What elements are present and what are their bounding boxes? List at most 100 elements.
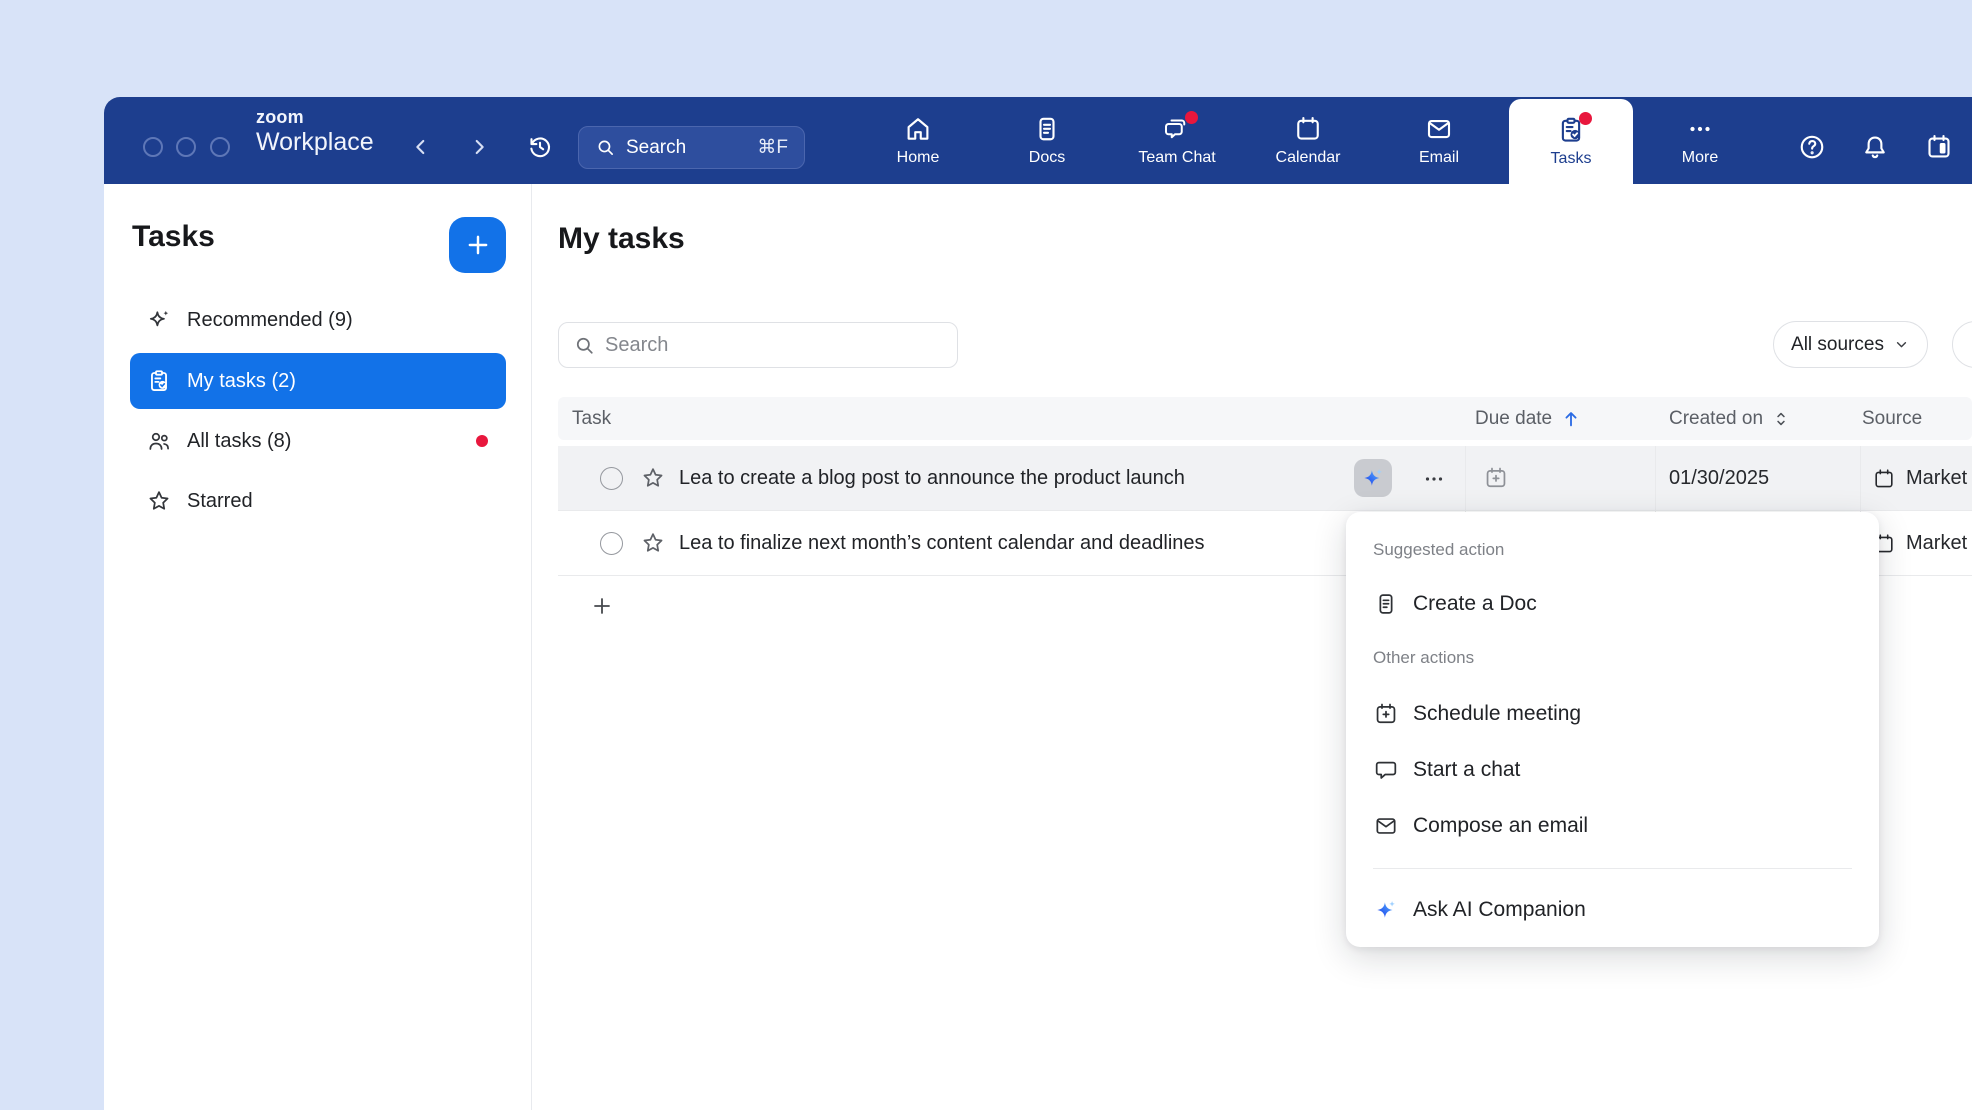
nav-tab-docs[interactable]: Docs — [992, 97, 1102, 184]
nav-tab-label: Team Chat — [1138, 149, 1215, 167]
calendar-plus-icon — [1373, 701, 1399, 727]
menu-item-label: Schedule meeting — [1413, 702, 1581, 726]
menu-item-ask-ai-companion[interactable]: Ask AI Companion — [1358, 888, 1867, 932]
sources-filter-value: All sources — [1791, 334, 1884, 356]
global-search-input[interactable]: Search ⌘F — [578, 126, 805, 169]
doc-icon — [1373, 591, 1399, 617]
sort-ascending-icon[interactable] — [1560, 408, 1582, 430]
back-icon[interactable] — [407, 133, 435, 161]
nav-tab-home[interactable]: Home — [863, 97, 973, 184]
window-control-minimize[interactable] — [176, 137, 196, 157]
search-shortcut: ⌘F — [757, 136, 788, 159]
calendar-panel-icon[interactable] — [1919, 127, 1959, 167]
email-icon — [1424, 114, 1454, 144]
chat-bubble-icon — [1373, 757, 1399, 783]
tasks-sidebar: Tasks Recommended (9) — [104, 184, 532, 1110]
task-row-1[interactable]: Lea to create a blog post to announce th… — [558, 446, 1972, 511]
suggested-actions-menu: Suggested action Create a Doc Other acti… — [1346, 512, 1879, 947]
ai-companion-icon — [1373, 897, 1399, 923]
column-header-created-on[interactable]: Created on — [1669, 408, 1763, 430]
task-complete-checkbox[interactable] — [600, 467, 623, 490]
sidebar-item-label: All tasks (8) — [187, 430, 291, 453]
calendar-icon — [1293, 114, 1323, 144]
ai-companion-icon[interactable] — [1354, 459, 1392, 497]
sidebar-item-all-tasks[interactable]: All tasks (8) — [130, 413, 506, 469]
docs-icon — [1032, 114, 1062, 144]
add-task-button[interactable] — [449, 217, 506, 273]
sparkle-icon — [146, 307, 172, 333]
source-label: Market — [1906, 532, 1967, 555]
search-icon — [573, 334, 596, 357]
tasks-badge — [1579, 112, 1592, 125]
envelope-icon — [1373, 813, 1399, 839]
logo-line-zoom: zoom — [256, 108, 374, 126]
history-icon[interactable] — [523, 130, 557, 164]
task-complete-checkbox[interactable] — [600, 532, 623, 555]
team-chat-badge — [1185, 111, 1198, 124]
task-title[interactable]: Lea to finalize next month’s content cal… — [679, 511, 1205, 576]
nav-tab-label: Docs — [1029, 149, 1065, 167]
row-more-icon[interactable] — [1416, 466, 1452, 492]
clipboard-check-icon — [146, 368, 172, 394]
sidebar-item-label: Recommended (9) — [187, 309, 353, 332]
tasks-icon — [1556, 115, 1586, 145]
nav-tab-more[interactable]: More — [1645, 97, 1755, 184]
tasks-search-input[interactable] — [559, 323, 957, 367]
forward-icon[interactable] — [465, 133, 493, 161]
sidebar-item-label: Starred — [187, 490, 253, 513]
help-icon[interactable] — [1792, 127, 1832, 167]
add-due-date-icon[interactable] — [1483, 465, 1509, 491]
logo-line-workplace: Workplace — [256, 130, 374, 155]
more-icon — [1685, 114, 1715, 144]
sidebar-item-my-tasks[interactable]: My tasks (2) — [130, 353, 506, 409]
sidebar-item-starred[interactable]: Starred — [130, 473, 506, 529]
window-control-close[interactable] — [143, 137, 163, 157]
column-header-task[interactable]: Task — [572, 408, 611, 430]
nav-tab-team-chat[interactable]: Team Chat — [1122, 97, 1232, 184]
notifications-bell-icon[interactable] — [1855, 127, 1895, 167]
my-tasks-pane: My tasks All sources Task Due date — [532, 184, 1972, 1110]
nav-tab-label: Tasks — [1551, 150, 1592, 168]
add-task-inline-button[interactable] — [584, 588, 620, 624]
menu-item-start-chat[interactable]: Start a chat — [1358, 748, 1867, 792]
sidebar-title: Tasks — [132, 220, 215, 254]
calendar-icon — [1872, 467, 1896, 491]
tasks-table-header: Task Due date Created on Source — [558, 397, 1972, 440]
menu-item-label: Compose an email — [1413, 814, 1588, 838]
nav-tab-label: Calendar — [1276, 149, 1341, 167]
task-source[interactable]: Market — [1872, 446, 1967, 511]
app-window: zoom Workplace Search ⌘F — [104, 97, 1972, 1110]
menu-item-label: Start a chat — [1413, 758, 1520, 782]
menu-item-create-doc[interactable]: Create a Doc — [1358, 582, 1867, 626]
tasks-search-field — [558, 322, 958, 368]
sources-filter-dropdown[interactable]: All sources — [1773, 321, 1928, 368]
zoom-workplace-logo: zoom Workplace — [256, 108, 374, 155]
menu-item-compose-email[interactable]: Compose an email — [1358, 804, 1867, 848]
menu-item-schedule-meeting[interactable]: Schedule meeting — [1358, 692, 1867, 736]
all-tasks-badge — [476, 435, 488, 447]
column-header-source[interactable]: Source — [1862, 408, 1922, 430]
window-control-zoom[interactable] — [210, 137, 230, 157]
page-title: My tasks — [558, 222, 685, 256]
sort-both-icon[interactable] — [1771, 409, 1791, 429]
nav-tab-tasks-active[interactable]: Tasks — [1509, 99, 1633, 184]
created-on-value: 01/30/2025 — [1669, 446, 1769, 511]
chevron-down-icon — [1893, 336, 1910, 353]
secondary-filter-dropdown-partial[interactable] — [1952, 321, 1972, 368]
nav-tab-label: More — [1682, 149, 1718, 167]
sidebar-item-recommended[interactable]: Recommended (9) — [130, 292, 506, 348]
star-icon[interactable] — [640, 530, 666, 556]
menu-divider — [1373, 868, 1852, 869]
task-source[interactable]: Market — [1872, 511, 1967, 576]
nav-tab-label: Email — [1419, 149, 1459, 167]
menu-section-label: Suggested action — [1373, 540, 1504, 560]
nav-tab-email[interactable]: Email — [1384, 97, 1494, 184]
home-icon — [903, 114, 933, 144]
search-icon — [595, 137, 616, 158]
star-icon[interactable] — [640, 465, 666, 491]
menu-section-label: Other actions — [1373, 648, 1474, 668]
column-header-due-date[interactable]: Due date — [1475, 408, 1552, 430]
task-title[interactable]: Lea to create a blog post to announce th… — [679, 446, 1185, 511]
nav-tab-calendar[interactable]: Calendar — [1253, 97, 1363, 184]
star-icon — [146, 488, 172, 514]
